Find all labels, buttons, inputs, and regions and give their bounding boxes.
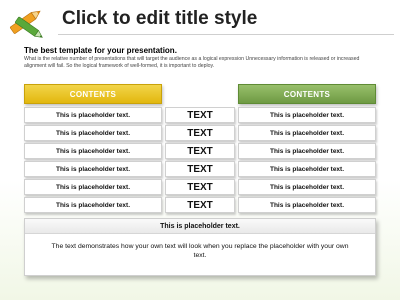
middle-cell-3[interactable]: TEXT [165, 143, 235, 159]
contents-header-right[interactable]: CONTENTS [238, 84, 376, 104]
contents-header-left[interactable]: CONTENTS [24, 84, 162, 104]
crayons-logo-icon [10, 10, 43, 38]
right-cell-4[interactable]: This is placeholder text. [238, 161, 376, 177]
summary-box-heading[interactable]: This is placeholder text. [25, 219, 375, 234]
left-cell-1[interactable]: This is placeholder text. [24, 107, 162, 123]
middle-cell-1[interactable]: TEXT [165, 107, 235, 123]
right-cell-3[interactable]: This is placeholder text. [238, 143, 376, 159]
right-cell-1[interactable]: This is placeholder text. [238, 107, 376, 123]
left-cell-6[interactable]: This is placeholder text. [24, 197, 162, 213]
left-cell-4[interactable]: This is placeholder text. [24, 161, 162, 177]
slide-description[interactable]: What is the relative number of presentat… [24, 56, 374, 69]
slide-subtitle[interactable]: The best template for your presentation. [24, 46, 177, 55]
summary-box: This is placeholder text. The text demon… [24, 218, 376, 276]
right-cell-2[interactable]: This is placeholder text. [238, 125, 376, 141]
slide-title[interactable]: Click to edit title style [62, 8, 257, 30]
right-cell-5[interactable]: This is placeholder text. [238, 179, 376, 195]
middle-cell-5[interactable]: TEXT [165, 179, 235, 195]
left-cell-3[interactable]: This is placeholder text. [24, 143, 162, 159]
middle-cell-6[interactable]: TEXT [165, 197, 235, 213]
summary-box-body[interactable]: The text demonstrates how your own text … [25, 234, 375, 260]
title-divider [58, 34, 394, 35]
right-cell-6[interactable]: This is placeholder text. [238, 197, 376, 213]
left-cell-5[interactable]: This is placeholder text. [24, 179, 162, 195]
middle-cell-2[interactable]: TEXT [165, 125, 235, 141]
middle-cell-4[interactable]: TEXT [165, 161, 235, 177]
left-cell-2[interactable]: This is placeholder text. [24, 125, 162, 141]
